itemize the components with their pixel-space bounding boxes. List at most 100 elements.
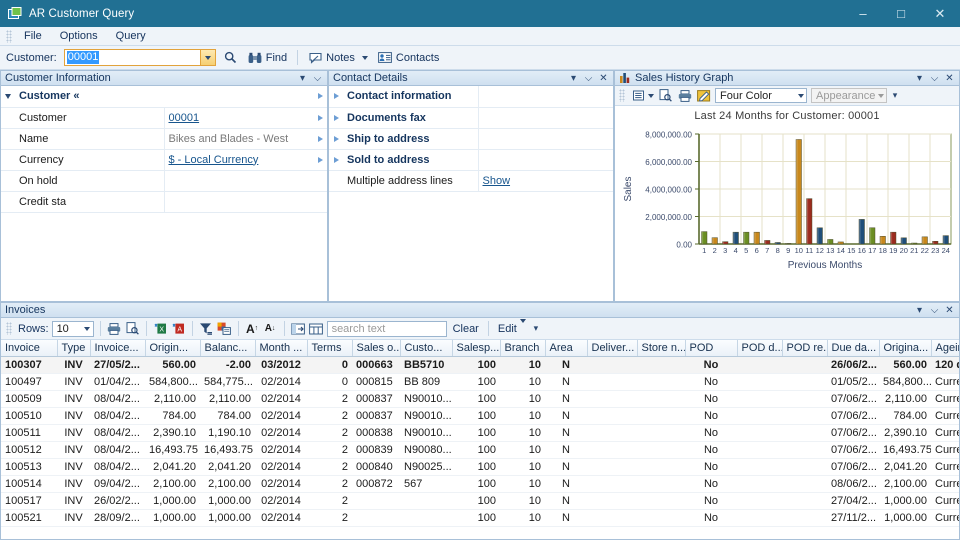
column-header[interactable]: POD xyxy=(685,340,737,356)
maximize-button[interactable]: □ xyxy=(882,0,920,27)
invoices-toolbar-grip[interactable] xyxy=(6,322,12,335)
printer-icon[interactable] xyxy=(677,88,692,103)
table-row[interactable]: 100514INV09/04/2...2,100.002,100.0002/20… xyxy=(1,475,959,492)
table-row[interactable]: 100512INV08/04/2...16,493.7516,493.7502/… xyxy=(1,441,959,458)
find-button[interactable]: Find xyxy=(245,48,290,67)
appearance-combo[interactable]: Appearance xyxy=(811,88,887,103)
column-header[interactable]: Salesp... xyxy=(452,340,500,356)
property-row[interactable]: Customer 00001 xyxy=(1,107,327,128)
printer-icon[interactable] xyxy=(107,321,122,336)
choose-columns-icon[interactable] xyxy=(309,321,324,336)
notes-button[interactable]: Notes xyxy=(305,48,371,67)
row-value[interactable] xyxy=(478,86,613,107)
font-decrease-icon[interactable]: A↓ xyxy=(263,321,278,336)
print-preview-icon[interactable] xyxy=(658,88,673,103)
panel-dropdown-button[interactable]: ▾ xyxy=(297,73,308,84)
property-row[interactable]: Name Bikes and Blades - West xyxy=(1,128,327,149)
row-expander[interactable] xyxy=(329,149,343,170)
notes-dropdown-icon[interactable] xyxy=(362,56,368,60)
edit-chart-icon[interactable] xyxy=(696,88,711,103)
customer-dropdown-button[interactable] xyxy=(200,50,215,65)
row-expander[interactable] xyxy=(329,107,343,128)
column-header[interactable]: Ageing xyxy=(931,340,959,356)
column-header[interactable]: Origina... xyxy=(879,340,931,356)
property-row[interactable]: Multiple address lines Show xyxy=(329,170,613,191)
row-value[interactable] xyxy=(478,107,613,128)
property-row[interactable]: Sold to address xyxy=(329,149,613,170)
column-header[interactable]: POD d... xyxy=(737,340,782,356)
graph-toolbar-grip[interactable] xyxy=(619,89,625,102)
row-value[interactable]: 00001 xyxy=(164,107,313,128)
row-expander[interactable] xyxy=(313,149,327,170)
column-header[interactable]: Balanc... xyxy=(200,340,255,356)
legend-dropdown-icon[interactable] xyxy=(648,94,654,98)
property-row[interactable]: Ship to address xyxy=(329,128,613,149)
property-group-row[interactable]: Customer « xyxy=(1,86,327,107)
close-button[interactable]: ✕ xyxy=(920,0,960,27)
panel-dropdown-button[interactable]: ▾ xyxy=(568,73,579,84)
column-header[interactable]: Sales o... xyxy=(352,340,400,356)
column-header[interactable]: Store n... xyxy=(637,340,685,356)
panel-pin-button[interactable]: ⌵ xyxy=(583,73,594,84)
row-value[interactable] xyxy=(478,128,613,149)
row-expander[interactable] xyxy=(313,86,327,107)
column-header[interactable]: Invoice xyxy=(1,340,57,356)
rows-combo[interactable]: 10 xyxy=(52,321,94,337)
edit-button[interactable]: Edit xyxy=(495,323,529,335)
customer-code-link[interactable]: 00001 xyxy=(169,112,200,124)
table-row[interactable]: 100497INV01/04/2...584,800...584,775...0… xyxy=(1,373,959,390)
table-row[interactable]: 100509INV08/04/2...2,110.002,110.0002/20… xyxy=(1,390,959,407)
legend-list-icon[interactable] xyxy=(632,88,647,103)
panel-dropdown-button[interactable]: ▾ xyxy=(914,73,925,84)
table-row[interactable]: 100510INV08/04/2...784.00784.0002/201420… xyxy=(1,407,959,424)
panel-close-button[interactable]: ✕ xyxy=(944,73,955,84)
column-header[interactable]: Custo... xyxy=(400,340,452,356)
table-row[interactable]: 100511INV08/04/2...2,390.101,190.1002/20… xyxy=(1,424,959,441)
table-row[interactable]: 100517INV26/02/2...1,000.001,000.0002/20… xyxy=(1,492,959,509)
minimize-button[interactable]: – xyxy=(844,0,882,27)
property-row[interactable]: Currency $ - Local Currency xyxy=(1,149,327,170)
row-expander[interactable] xyxy=(313,107,327,128)
column-header[interactable]: Origin... xyxy=(145,340,200,356)
toolbar-overflow-button[interactable]: ▾ xyxy=(891,88,899,103)
property-row[interactable]: Credit sta xyxy=(1,191,327,212)
panel-dropdown-button[interactable]: ▾ xyxy=(914,305,925,316)
property-row[interactable]: Contact information xyxy=(329,86,613,107)
panel-close-button[interactable]: ✕ xyxy=(944,305,955,316)
export-excel-icon[interactable]: X xyxy=(153,321,168,336)
column-header[interactable]: POD re... xyxy=(782,340,827,356)
panel-pin-button[interactable]: ⌵ xyxy=(929,73,940,84)
column-header[interactable]: Type xyxy=(57,340,90,356)
table-row[interactable]: 100521INV28/09/2...1,000.001,000.0002/20… xyxy=(1,509,959,526)
font-increase-icon[interactable]: A↑ xyxy=(245,321,260,336)
row-expander[interactable] xyxy=(329,86,343,107)
grid-layout-icon[interactable] xyxy=(217,321,232,336)
print-preview-icon[interactable] xyxy=(125,321,140,336)
fit-columns-icon[interactable] xyxy=(291,321,306,336)
column-header[interactable]: Deliver... xyxy=(587,340,637,356)
menu-item-options[interactable]: Options xyxy=(51,28,107,44)
filter-icon[interactable] xyxy=(199,321,214,336)
property-row[interactable]: Documents fax xyxy=(329,107,613,128)
export-pdf-icon[interactable]: A xyxy=(171,321,186,336)
property-row[interactable]: On hold xyxy=(1,170,327,191)
color-scheme-combo[interactable]: Four Color xyxy=(715,88,807,103)
column-header[interactable]: Due da... xyxy=(827,340,879,356)
group-expander[interactable] xyxy=(1,86,15,107)
column-header[interactable]: Invoice... xyxy=(90,340,145,356)
panel-pin-button[interactable]: ⌵ xyxy=(929,305,940,316)
column-header[interactable]: Terms xyxy=(307,340,352,356)
panel-close-button[interactable]: ✕ xyxy=(598,73,609,84)
invoices-grid-container[interactable]: InvoiceTypeInvoice...Origin...Balanc...M… xyxy=(1,340,959,539)
show-address-lines-link[interactable]: Show xyxy=(483,175,511,187)
toolbar-overflow-button[interactable]: ▾ xyxy=(532,321,540,336)
row-expander[interactable] xyxy=(329,128,343,149)
table-row[interactable]: 100307INV27/05/2...560.00-2.0003/2012000… xyxy=(1,356,959,373)
row-expander[interactable] xyxy=(313,128,327,149)
column-header[interactable]: Area xyxy=(545,340,587,356)
clear-button[interactable]: Clear xyxy=(450,323,482,335)
contacts-button[interactable]: Contacts xyxy=(375,48,442,67)
menu-item-query[interactable]: Query xyxy=(107,28,155,44)
column-header[interactable]: Branch xyxy=(500,340,545,356)
row-value[interactable]: Show xyxy=(478,170,613,191)
